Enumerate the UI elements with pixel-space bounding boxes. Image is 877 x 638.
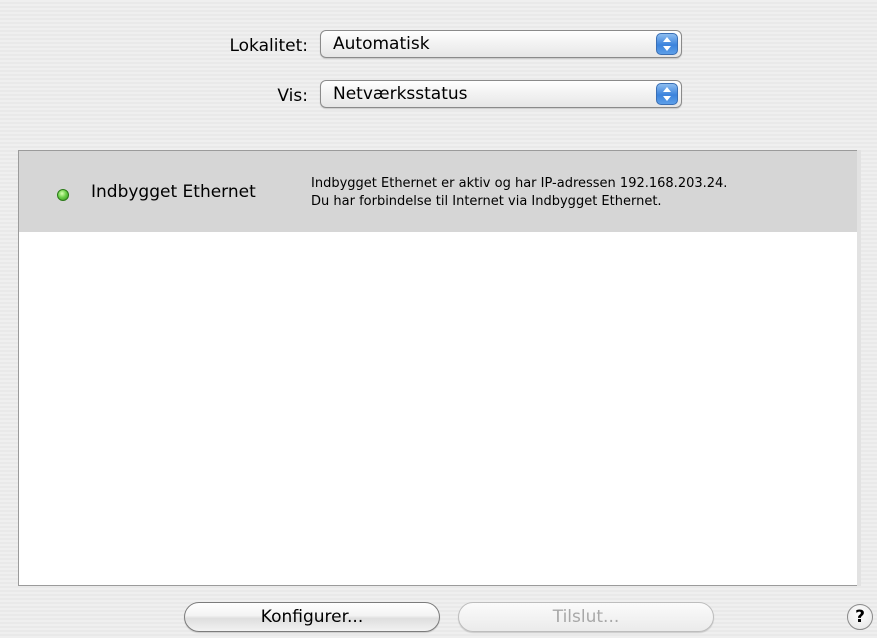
configure-button[interactable]: Konfigurer...	[184, 602, 440, 632]
service-name: Indbygget Ethernet	[91, 182, 256, 202]
connect-button[interactable]: Tilslut...	[458, 602, 714, 632]
show-label: Vis:	[277, 86, 308, 106]
service-description-line2: Du har forbindelse til Internet via Indb…	[311, 194, 662, 209]
show-popup-value: Netværksstatus	[333, 84, 468, 104]
list-scroll-edge	[857, 150, 861, 586]
location-popup-value: Automatisk	[333, 34, 430, 54]
list-item-builtin-ethernet[interactable]: Indbygget Ethernet Indbygget Ethernet er…	[19, 151, 857, 232]
show-popup[interactable]: Netværksstatus	[320, 80, 682, 108]
help-button[interactable]: ?	[847, 604, 873, 630]
network-preferences-pane: Lokalitet: Automatisk Vis: Netværksstatu…	[0, 0, 877, 638]
popup-arrows-icon	[656, 83, 678, 105]
service-description-line1: Indbygget Ethernet er aktiv og har IP-ad…	[311, 176, 728, 191]
status-green-icon	[57, 189, 69, 201]
location-popup[interactable]: Automatisk	[320, 30, 682, 58]
network-status-list: Indbygget Ethernet Indbygget Ethernet er…	[18, 150, 858, 586]
popup-arrows-icon	[656, 33, 678, 55]
location-label: Lokalitet:	[229, 36, 308, 56]
service-description: Indbygget Ethernet er aktiv og har IP-ad…	[311, 175, 727, 211]
